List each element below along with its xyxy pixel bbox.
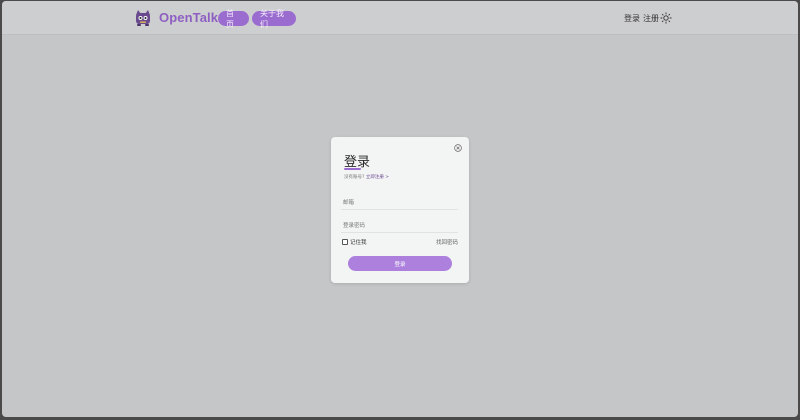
title-underline xyxy=(344,168,361,170)
nav-about-us[interactable]: 关于我们 xyxy=(252,9,296,29)
forgot-password-link[interactable]: 找回密码 xyxy=(436,238,458,246)
login-dialog: 登录 没有账号? 立即注册 > 记住我 找回密码 登录 xyxy=(331,137,469,283)
sun-icon[interactable] xyxy=(660,12,672,24)
cat-mascot-icon[interactable] xyxy=(134,9,152,27)
email-field[interactable] xyxy=(341,196,458,210)
remember-me[interactable]: 记住我 xyxy=(342,238,367,246)
register-now-link[interactable]: 立即注册 > xyxy=(366,175,389,180)
header-login-link[interactable]: 登录 xyxy=(624,13,640,24)
top-navigation-bar: OpenTalk 首页 关于我们 登录 注册 xyxy=(2,1,798,35)
no-account-text: 没有账号? xyxy=(344,175,365,180)
login-submit-button[interactable]: 登录 xyxy=(348,256,452,271)
nav-home[interactable]: 首页 xyxy=(218,9,249,29)
register-prompt: 没有账号? 立即注册 > xyxy=(344,174,389,180)
close-circle-icon[interactable] xyxy=(454,144,462,152)
remember-me-checkbox[interactable] xyxy=(342,239,348,245)
brand-name[interactable]: OpenTalk xyxy=(159,10,218,25)
app-window: OpenTalk 首页 关于我们 登录 注册 登录 没有账号? 立即注册 > 邮… xyxy=(2,1,798,417)
header-register-link[interactable]: 注册 xyxy=(643,13,659,24)
remember-me-label: 记住我 xyxy=(350,240,367,246)
password-field[interactable] xyxy=(341,219,458,233)
